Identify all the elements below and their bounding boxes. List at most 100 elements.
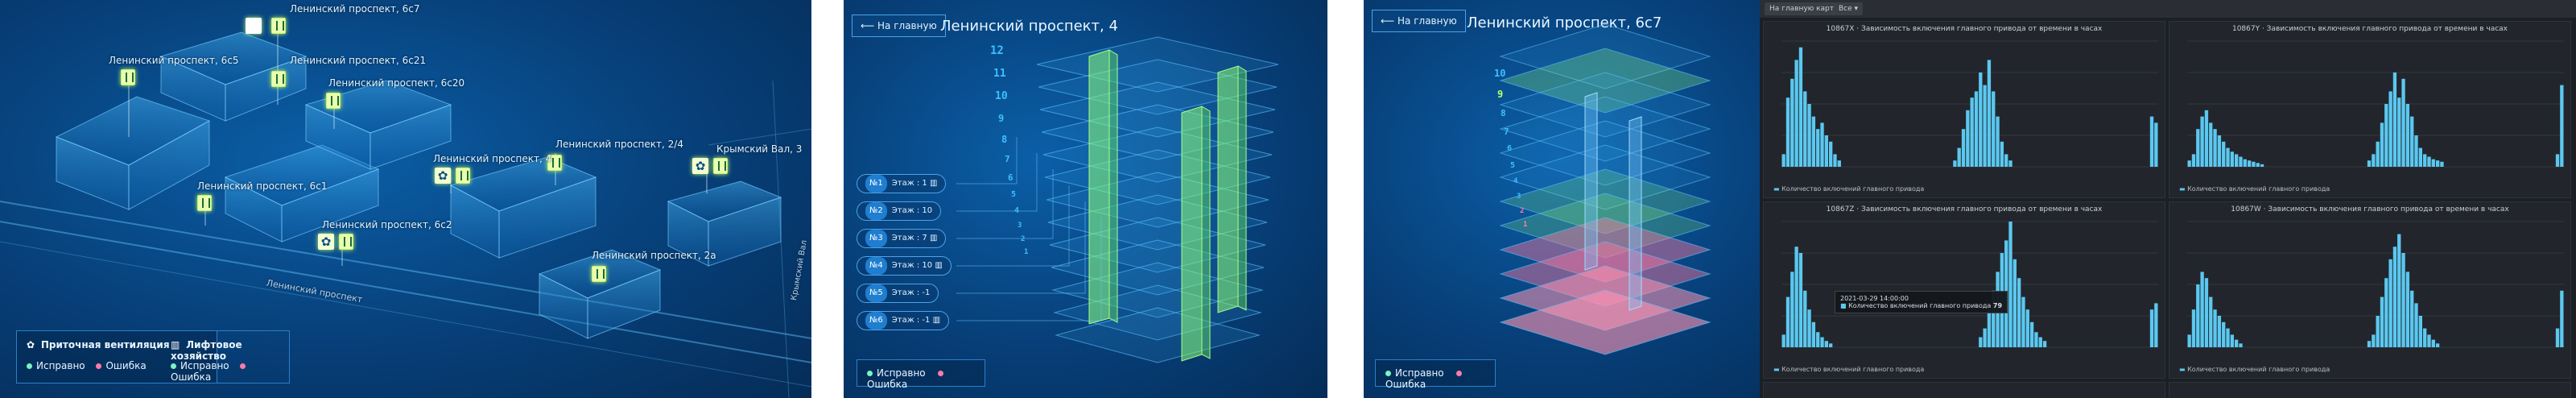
bar[interactable] — [2196, 129, 2200, 167]
bar[interactable] — [2410, 116, 2414, 167]
bar[interactable] — [1811, 116, 1816, 167]
bar[interactable] — [1785, 296, 1790, 347]
bar[interactable] — [2196, 284, 2200, 347]
bar[interactable] — [2405, 272, 2410, 347]
bar[interactable] — [1829, 141, 1833, 167]
bar[interactable] — [2372, 154, 2376, 167]
bar[interactable] — [1961, 129, 1966, 167]
bar[interactable] — [2209, 296, 2213, 347]
bar[interactable] — [2239, 156, 2243, 167]
bar[interactable] — [2217, 135, 2222, 167]
bar[interactable] — [1790, 78, 1794, 167]
tab-all[interactable]: Все ▾ — [1834, 2, 1864, 15]
bar[interactable] — [1987, 309, 1992, 347]
bar[interactable] — [1816, 332, 1820, 347]
bar[interactable] — [2013, 259, 2017, 347]
bar[interactable] — [1970, 97, 1974, 167]
bar[interactable] — [1974, 91, 1979, 167]
bar[interactable] — [2029, 321, 2034, 347]
bar[interactable] — [2230, 334, 2234, 347]
bar[interactable] — [2405, 104, 2410, 167]
bar[interactable] — [2384, 104, 2388, 167]
bar[interactable] — [1992, 91, 1996, 167]
bar[interactable] — [2431, 339, 2435, 347]
lift-item[interactable]: №5 Этаж : -1 — [857, 284, 939, 303]
bar[interactable] — [2008, 160, 2013, 167]
bar[interactable] — [2200, 116, 2204, 167]
bar[interactable] — [1798, 47, 1803, 167]
bar[interactable] — [2414, 303, 2418, 347]
bar[interactable] — [2021, 296, 2025, 347]
bar[interactable] — [2000, 141, 2004, 167]
bar[interactable] — [1966, 110, 1970, 167]
bar[interactable] — [1811, 321, 1816, 347]
bar[interactable] — [2247, 160, 2252, 167]
bar[interactable] — [2423, 154, 2427, 167]
bar[interactable] — [2423, 328, 2427, 347]
bar[interactable] — [1996, 116, 2000, 167]
bar[interactable] — [1794, 60, 1798, 168]
bar[interactable] — [2367, 341, 2372, 347]
bar[interactable] — [2427, 156, 2431, 167]
bar[interactable] — [2380, 296, 2384, 347]
bar[interactable] — [2149, 116, 2154, 167]
bar[interactable] — [2252, 161, 2256, 167]
bar[interactable] — [2017, 278, 2021, 347]
bar[interactable] — [2154, 122, 2158, 167]
bar[interactable] — [2226, 328, 2230, 347]
bar[interactable] — [2222, 321, 2226, 347]
bar[interactable] — [2410, 290, 2414, 347]
bar[interactable] — [1833, 154, 1837, 167]
bar[interactable] — [1790, 272, 1794, 347]
bar[interactable] — [2042, 341, 2047, 347]
bar[interactable] — [2204, 278, 2209, 347]
bar[interactable] — [1807, 104, 1811, 167]
bar[interactable] — [2392, 247, 2397, 347]
bar[interactable] — [2191, 154, 2196, 167]
bar[interactable] — [2230, 151, 2234, 167]
bar[interactable] — [2222, 141, 2226, 167]
bar[interactable] — [2235, 339, 2239, 347]
bar[interactable] — [2154, 303, 2158, 347]
bar[interactable] — [2213, 309, 2217, 347]
bar[interactable] — [1820, 122, 1824, 167]
bar[interactable] — [2376, 316, 2380, 347]
bar[interactable] — [2004, 154, 2008, 167]
bar[interactable] — [2367, 160, 2372, 167]
bar[interactable] — [2235, 154, 2239, 167]
bar[interactable] — [2555, 154, 2560, 167]
bar[interactable] — [2384, 278, 2388, 347]
bar[interactable] — [1785, 97, 1790, 167]
bar[interactable] — [2217, 316, 2222, 347]
bar[interactable] — [1824, 135, 1828, 167]
bar[interactable] — [1803, 91, 1807, 167]
bar[interactable] — [1979, 337, 1983, 347]
bar[interactable] — [1820, 337, 1824, 347]
bar[interactable] — [2213, 129, 2217, 167]
bar[interactable] — [2256, 163, 2260, 167]
bar[interactable] — [2555, 328, 2560, 347]
bar[interactable] — [2388, 91, 2392, 167]
bar[interactable] — [2401, 253, 2405, 347]
bar[interactable] — [1824, 341, 1828, 347]
bar[interactable] — [2025, 309, 2029, 347]
lift-item[interactable]: №3 Этаж : 7 ▥ — [857, 229, 947, 248]
bar[interactable] — [2414, 135, 2418, 167]
bar[interactable] — [1816, 129, 1820, 167]
bar[interactable] — [2034, 332, 2038, 347]
bar[interactable] — [1957, 147, 1961, 167]
bar[interactable] — [2397, 97, 2401, 167]
bar[interactable] — [2038, 337, 2042, 347]
bar[interactable] — [2388, 259, 2392, 347]
bar[interactable] — [2418, 147, 2422, 167]
bar[interactable] — [2427, 334, 2431, 347]
bar[interactable] — [2431, 159, 2435, 167]
bar[interactable] — [1794, 247, 1798, 347]
bar[interactable] — [1781, 334, 1785, 347]
bar[interactable] — [2243, 159, 2247, 167]
bar[interactable] — [2401, 78, 2405, 167]
bar[interactable] — [2397, 234, 2401, 347]
bar[interactable] — [1987, 60, 1992, 168]
lift-item[interactable]: №6 Этаж : -1 ▥ — [857, 311, 950, 330]
bar[interactable] — [2204, 110, 2209, 167]
